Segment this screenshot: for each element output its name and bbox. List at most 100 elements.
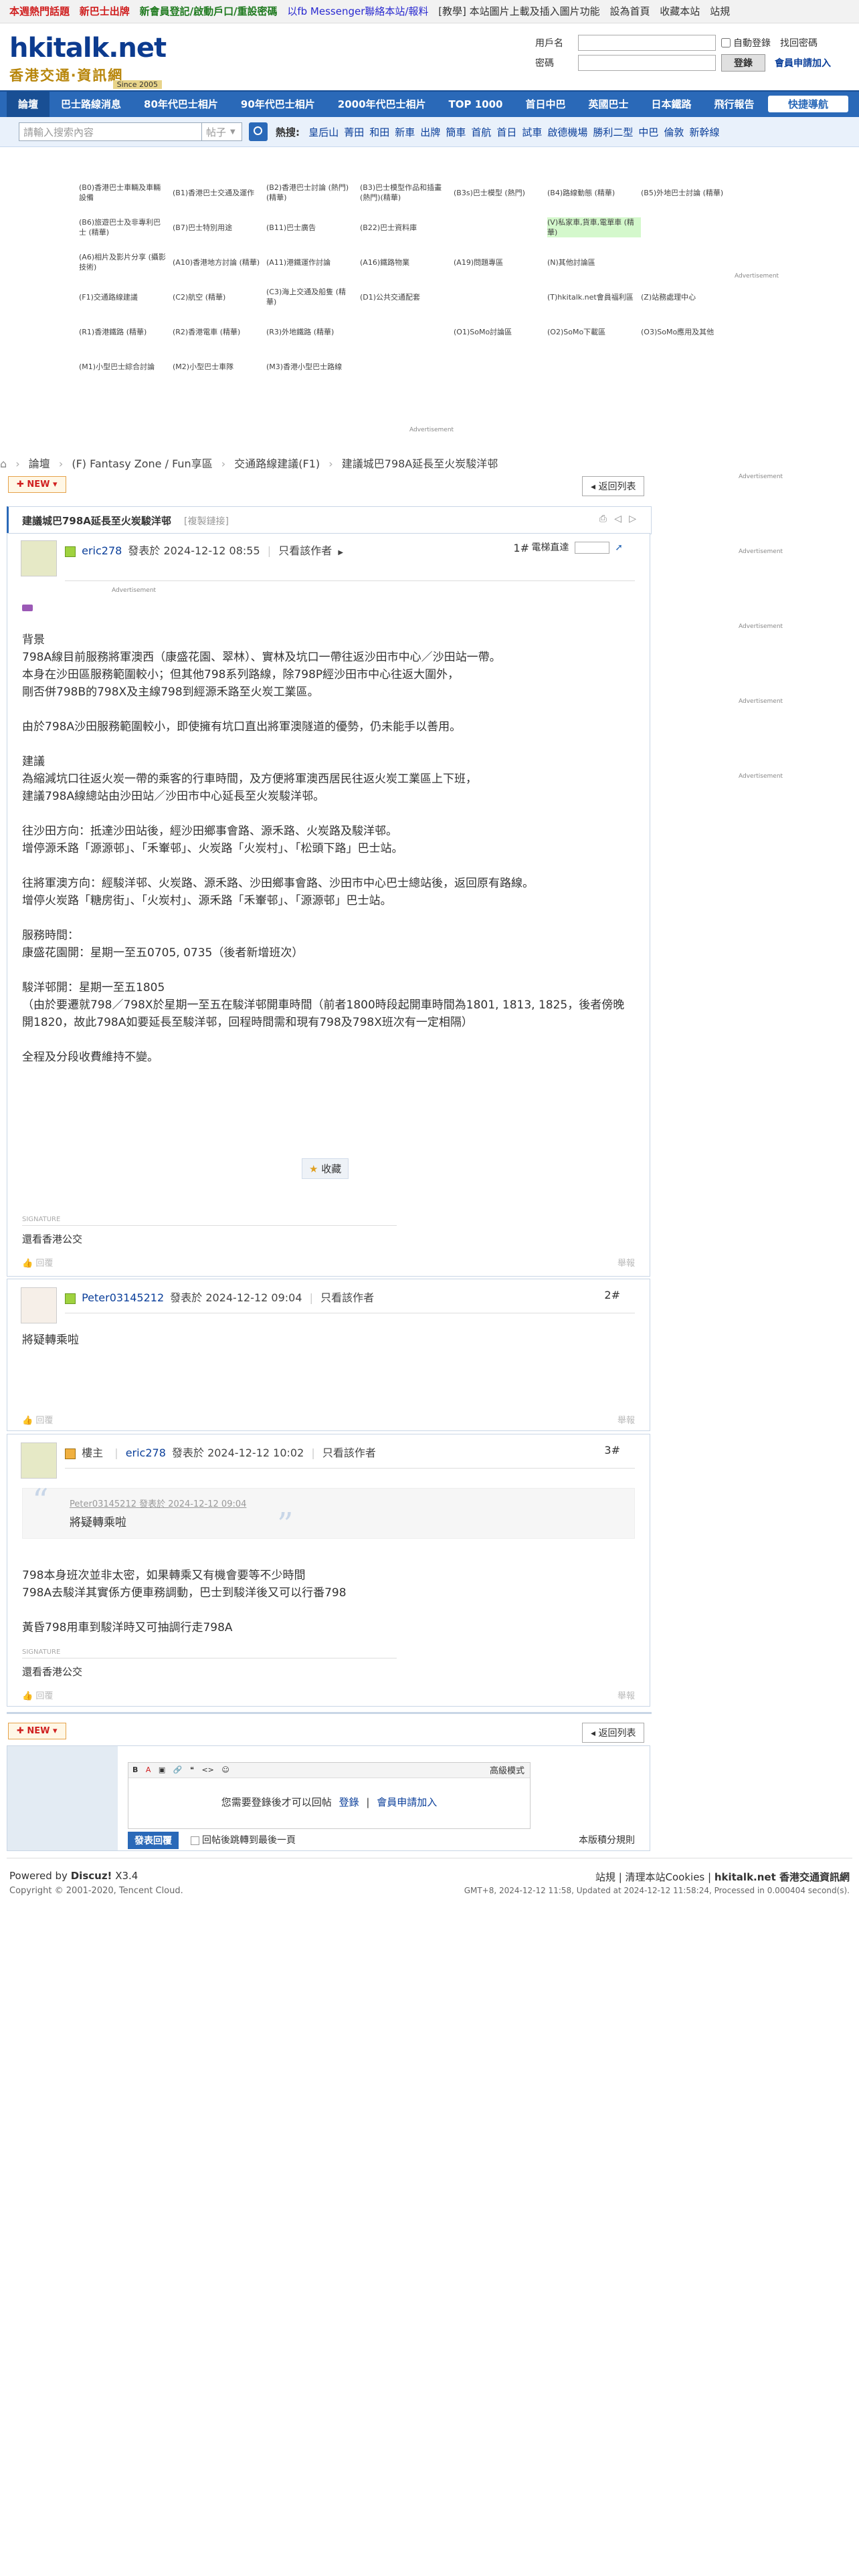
nav-2000s-photos[interactable]: 2000年代巴士相片: [326, 92, 438, 117]
toplink-register[interactable]: 新會員登記/啟動戶口/重設密碼: [140, 5, 278, 17]
only-author-link[interactable]: 只看該作者: [322, 1446, 376, 1459]
return-list-button[interactable]: ◂ 返回列表: [582, 1723, 645, 1743]
breadcrumb-forum[interactable]: 論壇: [29, 457, 50, 470]
forum-board-link[interactable]: (B7)巴士特別用途: [173, 223, 266, 233]
collect-button[interactable]: ★ 收藏: [302, 1158, 349, 1179]
post-floor[interactable]: 1#: [513, 542, 529, 554]
hot-term[interactable]: 皇后山: [308, 126, 339, 138]
forum-board-link[interactable]: (R2)香港電車 (精華): [173, 327, 266, 337]
hot-term[interactable]: 首日: [496, 126, 516, 138]
author-link[interactable]: eric278: [126, 1446, 166, 1459]
forum-board-link[interactable]: (V)私家車,貨車,電單車 (精華): [547, 217, 641, 237]
forum-board-link[interactable]: (O2)SoMo下載區: [547, 327, 641, 337]
search-input[interactable]: 請輸入搜索內容: [19, 122, 202, 141]
forum-board-link[interactable]: (B3)巴士模型作品和插畫 (熱門)(精華): [360, 183, 454, 203]
link-icon[interactable]: 🔗: [173, 1765, 183, 1774]
username-input[interactable]: [578, 35, 716, 51]
text-color-icon[interactable]: A: [146, 1765, 151, 1774]
forum-board-link[interactable]: (A6)相片及影片分享 (攝影技術): [79, 252, 173, 272]
forum-board-link[interactable]: (B11)巴士廣告: [266, 223, 360, 233]
copy-link[interactable]: [複製鏈接]: [184, 514, 229, 528]
author-link[interactable]: Peter03145212: [82, 1291, 164, 1304]
image-icon[interactable]: ▣: [159, 1765, 165, 1774]
forum-board-link[interactable]: (A11)港鐵運作討論: [266, 257, 360, 267]
login-link[interactable]: 登錄: [339, 1796, 359, 1808]
new-thread-button[interactable]: ✚ NEW ▾: [8, 476, 66, 493]
forum-board-link[interactable]: (M3)香港小型巴士路線: [266, 362, 360, 372]
reply-button[interactable]: 👍 回覆: [22, 1689, 53, 1701]
footer-clear-cookies[interactable]: 清理本站Cookies: [626, 1871, 705, 1883]
forum-board-link[interactable]: (B22)巴士資料庫: [360, 223, 454, 233]
hot-term[interactable]: 啟德機場: [547, 126, 587, 138]
discuz-link[interactable]: Discuz!: [71, 1870, 112, 1882]
bold-icon[interactable]: B: [132, 1765, 138, 1774]
forum-board-link[interactable]: (B2)香港巴士討論 (熱門) (精華): [266, 183, 360, 203]
nav-forum[interactable]: 論壇: [7, 92, 50, 117]
submit-reply-button[interactable]: 發表回覆: [128, 1832, 179, 1849]
hot-term[interactable]: 倫敦: [664, 126, 684, 138]
post-floor[interactable]: 3#: [604, 1444, 620, 1457]
quick-nav-button[interactable]: 快捷導航: [767, 96, 848, 112]
quote-author[interactable]: Peter03145212 發表於 2024-12-12 09:04: [70, 1497, 246, 1509]
avatar[interactable]: [21, 540, 57, 576]
nav-flight-report[interactable]: 飛行報告: [703, 92, 766, 117]
forum-board-link[interactable]: (Z)站務處理中心: [641, 292, 735, 302]
return-list-button[interactable]: ◂ 返回列表: [582, 476, 645, 496]
forum-board-link[interactable]: (A16)鐵路物業: [360, 257, 454, 267]
password-input[interactable]: [578, 55, 716, 71]
forum-board-link[interactable]: (M2)小型巴士車隊: [173, 362, 266, 372]
forum-board-link[interactable]: (A19)問題專區: [454, 257, 547, 267]
forum-board-link[interactable]: (R3)外地鐵路 (精華): [266, 327, 360, 337]
print-icon[interactable]: ⎙: [599, 514, 607, 524]
forum-board-link[interactable]: (A10)香港地方討論 (精華): [173, 257, 266, 267]
forum-board-link[interactable]: (B0)香港巴士車輛及車輛設備: [79, 183, 173, 203]
toplink-homepage[interactable]: 設為首頁: [609, 5, 650, 17]
site-logo[interactable]: hkitalk.net 香港交通‧資訊網 Since 2005: [9, 34, 167, 89]
auto-login-checkbox[interactable]: [721, 38, 731, 47]
report-button[interactable]: 舉報: [617, 1413, 635, 1426]
only-author-link[interactable]: 只看該作者: [278, 544, 332, 557]
forum-board-link[interactable]: (B1)香港巴士交通及運作: [173, 188, 266, 198]
forum-board-link[interactable]: (B6)旅遊巴士及非專利巴士 (精華): [79, 217, 173, 237]
floor-jump-input[interactable]: [574, 542, 609, 554]
post-floor[interactable]: 2#: [604, 1289, 620, 1301]
nav-top1000[interactable]: TOP 1000: [438, 92, 514, 117]
hot-term[interactable]: 簡車: [446, 126, 466, 138]
new-thread-button[interactable]: ✚ NEW ▾: [8, 1723, 66, 1739]
breadcrumb-thread[interactable]: 建議城巴798A延長至火炭駿洋邨: [342, 457, 498, 470]
code-icon[interactable]: <>: [201, 1765, 213, 1774]
nav-uk-bus[interactable]: 英國巴士: [577, 92, 640, 117]
after-reply-option[interactable]: 回帖後跳轉到最後一頁: [191, 1833, 296, 1846]
forum-board-link[interactable]: (C3)海上交通及船隻 (精華): [266, 287, 360, 307]
forum-board-link[interactable]: (N)其他討論區: [547, 257, 641, 267]
forum-board-link[interactable]: (O3)SoMo應用及其他: [641, 327, 735, 337]
forum-board-link[interactable]: (C2)航空 (精華): [173, 292, 266, 302]
hot-term[interactable]: 勝利二型: [593, 126, 633, 138]
hot-term[interactable]: 試車: [522, 126, 542, 138]
report-button[interactable]: 舉報: [617, 1256, 635, 1269]
score-rules-link[interactable]: 本版積分規則: [579, 1833, 635, 1846]
toplink-new-bus[interactable]: 新巴士出牌: [80, 5, 130, 17]
reply-button[interactable]: 👍 回覆: [22, 1256, 53, 1269]
forum-board-link[interactable]: (B4)路線動態 (精華): [547, 188, 641, 198]
hot-term[interactable]: 出牌: [420, 126, 440, 138]
quote-icon[interactable]: ❝: [190, 1765, 194, 1774]
breadcrumb-zone[interactable]: (F) Fantasy Zone / Fun享區: [72, 457, 212, 470]
toplink-rules[interactable]: 站規: [710, 5, 730, 17]
report-button[interactable]: 舉報: [617, 1689, 635, 1701]
forum-board-link[interactable]: (O1)SoMo討論區: [454, 327, 547, 337]
register-link[interactable]: 會員申請加入: [377, 1796, 437, 1808]
hot-term[interactable]: 新幹線: [689, 126, 719, 138]
forum-board-link[interactable]: (M1)小型巴士綜合討論: [79, 362, 173, 372]
author-link[interactable]: eric278: [82, 544, 122, 557]
after-reply-checkbox[interactable]: [191, 1836, 199, 1845]
footer-rules[interactable]: 站規: [595, 1871, 615, 1883]
toplink-tutorial[interactable]: [教學] 本站圖片上載及插入圖片功能: [438, 5, 599, 17]
nav-japan-rail[interactable]: 日本鐵路: [640, 92, 703, 117]
forum-board-link[interactable]: (B5)外地巴士討論 (精華): [641, 188, 735, 198]
forum-board-link[interactable]: (T)hkitalk.net會員福利區: [547, 292, 641, 302]
forum-board-link[interactable]: (D1)公共交通配套: [360, 292, 454, 302]
hot-term[interactable]: 新車: [395, 126, 415, 138]
nav-80s-photos[interactable]: 80年代巴士相片: [132, 92, 229, 117]
next-thread-icon[interactable]: ▷: [629, 514, 636, 524]
